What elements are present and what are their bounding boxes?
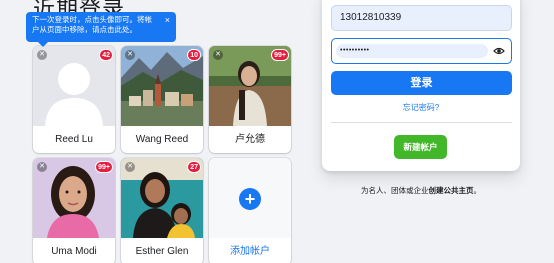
create-page-text: 为名人、团体或企业创建公共主页。	[322, 185, 520, 196]
notification-badge: 99+	[271, 49, 289, 61]
account-card-lu-yunde[interactable]: ✕ 99+ 卢允德	[209, 46, 291, 153]
account-name: Esther Glen	[135, 246, 189, 257]
account-name: Wang Reed	[135, 134, 189, 145]
account-card-esther-glen[interactable]: ✕ 27 Esther Glen	[121, 158, 203, 263]
password-value: ••••••••••	[336, 44, 488, 58]
add-account-card[interactable]: + 添加帐户	[209, 158, 291, 263]
password-input[interactable]: ••••••••••	[331, 38, 512, 64]
account-card-wang-reed[interactable]: ✕ 10 Wang Reed	[121, 46, 203, 153]
remove-account-icon[interactable]: ✕	[37, 162, 47, 172]
account-card-reed-lu[interactable]: ✕ 42 Reed Lu	[33, 46, 115, 153]
notification-badge: 27	[187, 161, 201, 173]
notification-badge: 10	[187, 49, 201, 61]
notification-badge: 42	[99, 49, 113, 61]
login-button[interactable]: 登录	[331, 71, 512, 95]
account-name: Reed Lu	[55, 134, 93, 145]
close-icon[interactable]: ×	[165, 15, 170, 25]
account-name: 卢允德	[235, 134, 265, 145]
tooltip-text: 下一次登录时，点击头像即可。将帐户从页面中移除，请点击此处。	[32, 15, 152, 34]
create-account-button[interactable]: 新建帐户	[394, 135, 447, 159]
notification-badge: 99+	[95, 161, 113, 173]
remove-account-icon[interactable]: ✕	[125, 162, 135, 172]
remove-account-icon[interactable]: ✕	[37, 50, 47, 60]
show-password-icon[interactable]	[493, 45, 505, 57]
add-account-area: +	[209, 158, 291, 238]
account-name: Uma Modi	[51, 246, 97, 257]
create-page-link[interactable]: 创建公共主页	[429, 186, 474, 195]
account-card-uma-modi[interactable]: ✕ 99+ Uma Modi	[33, 158, 115, 263]
add-account-label: 添加帐户	[230, 246, 270, 257]
remove-account-tooltip: 下一次登录时，点击头像即可。将帐户从页面中移除，请点击此处。 ×	[26, 12, 176, 47]
divider	[331, 122, 512, 123]
login-form: 13012810339 •••••••••• 登录 忘记密码? 新建帐户	[322, 0, 520, 171]
plus-icon: +	[239, 188, 261, 210]
phone-input[interactable]: 13012810339	[331, 5, 512, 31]
create-page-suffix: 。	[473, 186, 482, 195]
remove-account-icon[interactable]: ✕	[125, 50, 135, 60]
remove-account-icon[interactable]: ✕	[213, 50, 223, 60]
forgot-password-link[interactable]: 忘记密码?	[322, 102, 520, 113]
create-page-prefix: 为名人、团体或企业	[361, 186, 429, 195]
